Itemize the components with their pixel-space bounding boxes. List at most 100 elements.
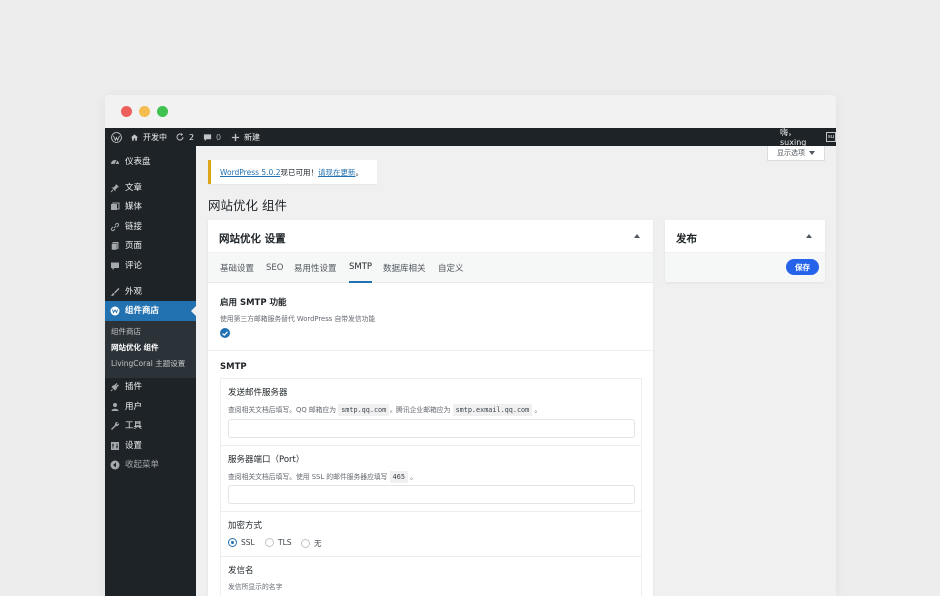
port-label: 服务器端口（Port）	[228, 455, 305, 465]
link-icon	[110, 222, 120, 232]
sidebar-item-media[interactable]: 媒体	[105, 197, 196, 217]
server-desc-text: 查阅相关文档后填写。QQ 邮箱应为	[228, 406, 337, 414]
plugin-icon	[110, 383, 119, 392]
sidebar-item-label: 评论	[125, 261, 143, 271]
page-icon	[111, 242, 119, 251]
maximize-window-button[interactable]	[157, 106, 168, 117]
minimize-window-button[interactable]	[139, 106, 150, 117]
encryption-option-tls[interactable]: TLS	[265, 538, 292, 547]
settings-panel-title: 网站优化 设置	[219, 233, 286, 245]
collapse-toggle-icon[interactable]	[634, 234, 640, 238]
sidebar-item-label: 页面	[125, 241, 143, 251]
wordpress-icon	[111, 131, 122, 143]
sidebar-item-label: 仪表盘	[125, 157, 151, 167]
submenu-item-livingcoral-theme[interactable]: LivingCoral 主题设置	[111, 359, 185, 369]
server-label: 发送邮件服务器	[228, 388, 288, 398]
radio-label: TLS	[278, 538, 292, 547]
brush-icon	[111, 288, 120, 296]
sidebar-item-label: 链接	[125, 222, 143, 232]
pin-icon	[110, 184, 119, 193]
publish-panel: 发布 保存	[665, 220, 825, 282]
account-menu[interactable]: 嗨，suxing su	[780, 128, 836, 147]
notice-text-end: 。	[355, 167, 363, 177]
sender-label: 发信名	[228, 566, 254, 576]
screen-options-label: 显示选项	[777, 149, 805, 157]
smtp-fields-group: 发送邮件服务器 查阅相关文档后填写。QQ 邮箱应为 smtp.qq.com ，腾讯…	[220, 378, 642, 596]
field-separator	[221, 556, 641, 557]
sidebar-item-tools[interactable]: 工具	[105, 416, 196, 436]
new-content-link[interactable]: 新建	[231, 128, 260, 146]
sidebar-item-users[interactable]: 用户	[105, 397, 196, 417]
sidebar-item-label: 媒体	[125, 202, 143, 212]
tab-usability[interactable]: 易用性设置	[294, 253, 337, 283]
check-icon	[222, 330, 228, 336]
page-title: 网站优化 组件	[208, 198, 287, 213]
sidebar-item-pages[interactable]: 页面	[105, 236, 196, 256]
smtp-enable-title: 启用 SMTP 功能	[220, 298, 287, 308]
store-icon	[110, 306, 120, 316]
close-window-button[interactable]	[121, 106, 132, 117]
tab-basic[interactable]: 基础设置	[220, 253, 254, 283]
site-name: 开发中	[143, 132, 167, 142]
admin-sidebar: 仪表盘 文章 媒体 链接 页面 评论 外观 组件商店 组件商店 网站优化 组件 …	[105, 146, 196, 596]
sidebar-item-dashboard[interactable]: 仪表盘	[105, 152, 196, 172]
encryption-option-ssl[interactable]: SSL	[228, 538, 255, 547]
radio-empty-icon	[301, 539, 310, 548]
dashboard-icon	[111, 160, 119, 165]
sidebar-item-label: 插件	[125, 382, 143, 392]
component-store-submenu: 组件商店 网站优化 组件 LivingCoral 主题设置	[105, 321, 196, 378]
section-divider	[208, 350, 653, 351]
wordpress-logo-button[interactable]	[111, 128, 122, 146]
save-button[interactable]: 保存	[786, 259, 819, 275]
updates-link[interactable]: 2	[175, 128, 194, 146]
radio-selected-icon	[228, 538, 237, 547]
server-code-exmail: smtp.exmail.qq.com	[452, 404, 533, 416]
comments-link[interactable]: 0	[203, 128, 221, 146]
comment-icon	[203, 133, 212, 141]
sidebar-item-settings[interactable]: 设置	[105, 436, 196, 456]
comment-icon	[111, 262, 119, 270]
submenu-item-site-optimization[interactable]: 网站优化 组件	[111, 343, 159, 353]
update-notice: WordPress 5.0.2 现已可用！ 请现在更新 。	[208, 160, 377, 184]
sidebar-item-label: 收起菜单	[125, 460, 160, 470]
settings-tabs: 基础设置 SEO 易用性设置 SMTP 数据库相关 自定义	[208, 253, 653, 283]
tab-seo[interactable]: SEO	[266, 253, 283, 283]
site-name-link[interactable]: 开发中	[130, 128, 167, 146]
server-desc-text-3: 。	[534, 406, 542, 414]
wrench-icon	[111, 421, 120, 430]
radio-label: 无	[314, 539, 322, 548]
sidebar-item-label: 外观	[125, 287, 143, 297]
settings-icon	[111, 442, 119, 450]
tab-database[interactable]: 数据库相关	[383, 253, 426, 283]
avatar: su	[826, 132, 836, 142]
notice-text: 现已可用！	[280, 167, 318, 177]
wordpress-version-link[interactable]: WordPress 5.0.2	[220, 168, 280, 177]
sidebar-item-posts[interactable]: 文章	[105, 178, 196, 198]
smtp-enable-checkbox[interactable]	[220, 328, 230, 338]
sidebar-item-plugins[interactable]: 插件	[105, 377, 196, 397]
submenu-item-component-store[interactable]: 组件商店	[111, 327, 141, 337]
tab-custom[interactable]: 自定义	[438, 253, 464, 283]
field-separator	[221, 511, 641, 512]
sender-desc: 发信所显示的名字	[228, 583, 283, 591]
collapse-icon	[110, 460, 120, 470]
collapse-menu-button[interactable]: 收起菜单	[105, 455, 196, 475]
refresh-icon	[176, 133, 184, 141]
encryption-option-none[interactable]: 无	[301, 538, 322, 549]
sidebar-item-component-store[interactable]: 组件商店	[105, 301, 196, 321]
field-separator	[221, 445, 641, 446]
port-code-465: 465	[389, 471, 408, 483]
sidebar-item-label: 用户	[125, 402, 143, 412]
sidebar-item-label: 文章	[125, 183, 143, 193]
sidebar-item-appearance[interactable]: 外观	[105, 282, 196, 302]
server-input[interactable]	[228, 419, 635, 438]
port-desc-text-2: 。	[410, 473, 417, 481]
screen-options-button[interactable]: 显示选项	[767, 146, 825, 161]
sidebar-item-comments[interactable]: 评论	[105, 256, 196, 276]
sidebar-item-links[interactable]: 链接	[105, 217, 196, 237]
sidebar-item-label: 工具	[125, 421, 143, 431]
tab-smtp[interactable]: SMTP	[349, 253, 373, 283]
update-now-link[interactable]: 请现在更新	[318, 167, 356, 178]
collapse-toggle-icon[interactable]	[806, 234, 812, 238]
port-input[interactable]	[228, 485, 635, 504]
